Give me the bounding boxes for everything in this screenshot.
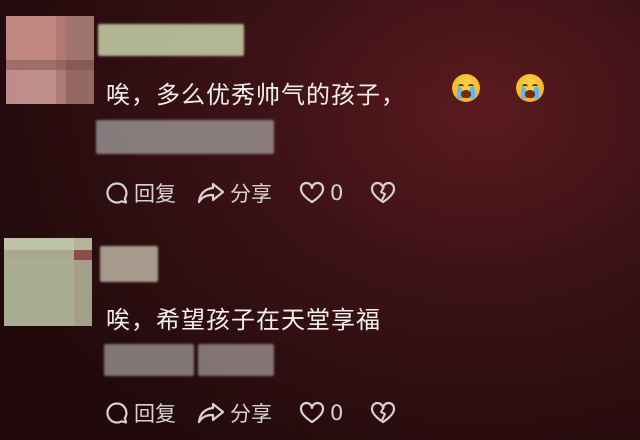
share-button[interactable]: 分享 bbox=[196, 398, 272, 428]
like-button[interactable]: 0 bbox=[298, 400, 343, 426]
like-count: 0 bbox=[330, 401, 344, 425]
share-label: 分享 bbox=[230, 402, 272, 426]
like-button[interactable]: 0 bbox=[298, 180, 343, 206]
meta-redacted bbox=[198, 344, 274, 376]
avatar[interactable] bbox=[6, 16, 94, 104]
comment-actions: 回复 分享 0 bbox=[104, 398, 397, 428]
meta-redacted bbox=[104, 344, 194, 376]
username-redacted[interactable] bbox=[98, 24, 244, 56]
like-count: 0 bbox=[330, 181, 344, 205]
broken-heart-icon bbox=[371, 401, 396, 424]
heart-icon bbox=[299, 181, 325, 204]
comment-actions: 回复 分享 0 bbox=[104, 178, 397, 208]
share-button[interactable]: 分享 bbox=[196, 178, 272, 208]
loudly-crying-face-icon bbox=[452, 74, 480, 102]
share-icon bbox=[197, 402, 225, 424]
share-label: 分享 bbox=[230, 182, 272, 206]
reply-label: 回复 bbox=[134, 182, 176, 206]
reply-label: 回复 bbox=[134, 402, 176, 426]
username-redacted[interactable] bbox=[100, 246, 158, 282]
reply-button[interactable]: 回复 bbox=[104, 178, 176, 208]
reply-icon bbox=[106, 182, 128, 204]
comment-item: 唉，希望孩子在天堂享福 回复 分享 0 bbox=[0, 230, 640, 440]
comment-text: 唉，希望孩子在天堂享福 bbox=[106, 306, 381, 334]
meta-redacted bbox=[96, 120, 274, 154]
comment-text: 唉，多么优秀帅气的孩子， bbox=[106, 81, 406, 109]
comment-item: 唉，多么优秀帅气的孩子， 回复 分享 0 bbox=[0, 0, 640, 220]
broken-heart-icon bbox=[371, 181, 396, 204]
reply-icon bbox=[106, 402, 128, 424]
dislike-button[interactable] bbox=[369, 180, 397, 206]
loudly-crying-face-icon bbox=[516, 74, 544, 102]
avatar[interactable] bbox=[4, 238, 92, 326]
heart-icon bbox=[299, 401, 325, 424]
comment-emojis bbox=[452, 74, 544, 102]
reply-button[interactable]: 回复 bbox=[104, 398, 176, 428]
dislike-button[interactable] bbox=[369, 400, 397, 426]
share-icon bbox=[197, 182, 225, 204]
